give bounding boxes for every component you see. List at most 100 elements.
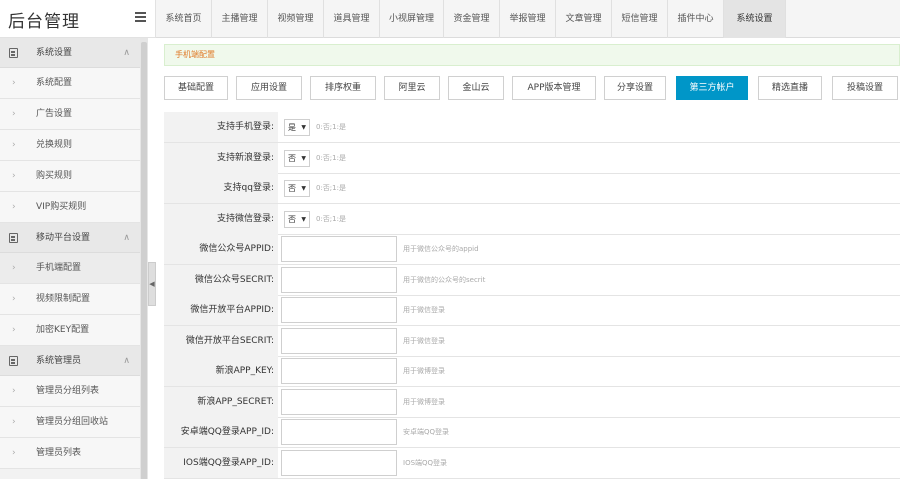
field-hint: 用于微博登录 xyxy=(403,397,445,406)
sidebar-group[interactable]: 系统管理员 ∧ xyxy=(0,346,140,376)
field-label: 支持新浪登录: xyxy=(164,142,278,173)
brand-title: 后台管理 xyxy=(8,12,80,32)
form-row: 支持微信登录: 否 ▼ 0:否;1:是 xyxy=(164,203,900,235)
sidebar-item[interactable]: › 兑换规则 xyxy=(0,130,140,161)
field-hint: 用于微信登录 xyxy=(403,336,445,345)
text-input[interactable] xyxy=(281,236,397,262)
field-hint: 0:否;1:是 xyxy=(316,123,346,131)
settings-tab[interactable]: 应用设置 xyxy=(236,76,302,100)
chevron-right-icon: › xyxy=(12,448,16,458)
field-label: IOS端QQ登录APP_ID: xyxy=(164,447,278,478)
form-row: 支持qq登录: 否 ▼ 0:否;1:是 xyxy=(164,173,900,204)
sidebar-item[interactable]: › 管理员分组列表 xyxy=(0,376,140,407)
sidebar: 系统设置 ∧ › 系统配置 › 广告设置 › 兑换规则 › 购买规则 › VIP购买规则 移动平台设置 ∧… xyxy=(0,38,140,479)
topnav-tab[interactable]: 主播管理 xyxy=(212,0,268,38)
caret-down-icon: ▼ xyxy=(301,185,306,192)
settings-tab[interactable]: 精选直播 xyxy=(758,76,822,100)
select-field[interactable]: 否 ▼ xyxy=(284,210,310,228)
select-field[interactable]: 否 ▼ xyxy=(284,149,310,167)
text-input[interactable] xyxy=(281,449,397,476)
select-field[interactable]: 否 ▼ xyxy=(284,180,310,197)
topnav-tab[interactable]: 举报管理 xyxy=(500,0,556,38)
menu-toggle-icon[interactable] xyxy=(135,12,146,22)
text-input[interactable] xyxy=(281,266,397,293)
settings-tab[interactable]: APP版本管理 xyxy=(512,76,596,100)
chevron-right-icon: › xyxy=(12,294,16,304)
text-input[interactable] xyxy=(281,419,397,445)
field-hint: 用于微博登录 xyxy=(403,367,445,375)
sidebar-item[interactable]: › VIP购买规则 xyxy=(0,192,140,223)
topnav-tab[interactable]: 视频管理 xyxy=(268,0,324,38)
sidebar-item[interactable]: › 管理员分组回收站 xyxy=(0,407,140,438)
topnav-tab[interactable]: 道具管理 xyxy=(324,0,380,38)
field-hint: IOS端QQ登录 xyxy=(403,458,448,467)
sidebar-item[interactable]: › 视频限制配置 xyxy=(0,284,140,315)
caret-down-icon: ▼ xyxy=(301,154,306,162)
scrollbar-thumb[interactable] xyxy=(141,42,147,479)
sidebar-item[interactable]: › 加密KEY配置 xyxy=(0,315,140,346)
chevron-right-icon: › xyxy=(12,202,16,212)
text-input[interactable] xyxy=(281,327,397,354)
admin-app: 后台管理 系统首页 主播管理 视频管理 道具管理 小视屏管理 资金管理 举报管理 文章管理 短信… xyxy=(0,0,900,479)
sidebar-item[interactable]: › 广告设置 xyxy=(0,99,140,130)
sidebar-group[interactable]: 系统设置 ∧ xyxy=(0,38,140,68)
select-field[interactable]: 是 ▼ xyxy=(284,119,310,136)
text-input[interactable] xyxy=(281,388,397,415)
topnav-tab[interactable]: 资金管理 xyxy=(444,0,500,38)
sidebar-item[interactable]: › 手机端配置 xyxy=(0,253,140,284)
field-label: 微信公众号SECRIT: xyxy=(164,264,278,295)
sidebar-item-label: VIP购买规则 xyxy=(36,202,87,212)
sidebar-collapse-button[interactable]: ◀ xyxy=(148,262,156,306)
settings-tab[interactable]: 投稿设置 xyxy=(832,76,898,100)
settings-tab[interactable]: 基础配置 xyxy=(164,76,228,100)
chevron-right-icon: › xyxy=(12,171,16,181)
sidebar-group-label: 系统设置 xyxy=(36,48,73,58)
sidebar-item-label: 视频限制配置 xyxy=(36,294,91,304)
text-input[interactable] xyxy=(281,297,397,323)
topnav-tab[interactable]: 插件中心 xyxy=(668,0,724,38)
topnav-tab[interactable]: 系统设置 xyxy=(724,0,786,38)
chevron-right-icon: › xyxy=(12,386,16,396)
top-nav: 系统首页 主播管理 视频管理 道具管理 小视屏管理 资金管理 举报管理 文章管理 短信管理 插件中… xyxy=(156,0,900,38)
topnav-tab[interactable]: 短信管理 xyxy=(612,0,668,38)
chevron-up-icon: ∧ xyxy=(123,356,130,366)
settings-tab[interactable]: 排序权重 xyxy=(310,76,376,100)
chevron-right-icon: › xyxy=(12,140,16,150)
chevron-right-icon: › xyxy=(12,417,16,427)
sidebar-item-label: 系统配置 xyxy=(36,78,73,88)
sidebar-item[interactable]: › 购买规则 xyxy=(0,161,140,192)
field-hint: 用于微信的公众号的secrit xyxy=(403,275,486,284)
sidebar-item-label: 管理员分组回收站 xyxy=(36,417,109,427)
select-value: 否 xyxy=(288,214,296,224)
sidebar-group-label: 系统管理员 xyxy=(36,356,82,366)
topnav-tab[interactable]: 系统首页 xyxy=(156,0,212,38)
sidebar-group[interactable]: 移动平台设置 ∧ xyxy=(0,223,140,253)
form-row: 新浪APP_KEY: 用于微博登录 xyxy=(164,356,900,387)
topnav-tab[interactable]: 小视屏管理 xyxy=(380,0,444,38)
topnav-tab[interactable]: 文章管理 xyxy=(556,0,612,38)
settings-tab[interactable]: 分享设置 xyxy=(604,76,666,100)
sidebar-item-label: 管理员分组列表 xyxy=(36,386,100,396)
chevron-up-icon: ∧ xyxy=(123,233,130,243)
settings-tab[interactable]: 金山云 xyxy=(448,76,504,100)
field-hint: 0:否;1:是 xyxy=(316,214,346,223)
form-row: 支持手机登录: 是 ▼ 0:否;1:是 xyxy=(164,112,900,143)
settings-tab[interactable]: 阿里云 xyxy=(384,76,440,100)
sidebar-item[interactable]: › 管理员列表 xyxy=(0,438,140,469)
settings-form: 支持手机登录: 是 ▼ 0:否;1:是 支持新浪登录: 否 ▼ 0:否;1:是 支持qq登录: 否… xyxy=(164,112,900,479)
sidebar-item[interactable]: › 系统配置 xyxy=(0,68,140,99)
text-input[interactable] xyxy=(281,358,397,384)
settings-tab[interactable]: 第三方帐户 xyxy=(676,76,748,100)
breadcrumb: 手机端配置 xyxy=(164,44,900,66)
sidebar-scrollbar[interactable] xyxy=(140,38,148,479)
select-value: 否 xyxy=(288,153,296,163)
sidebar-item-label: 兑换规则 xyxy=(36,140,73,150)
field-label: 安卓端QQ登录APP_ID: xyxy=(164,417,278,447)
field-hint: 用于微信登录 xyxy=(403,306,445,314)
main-content: 手机端配置 基础配置 应用设置 排序权重 阿里云 金山云 APP版本管理 分享设置 第三方帐户… xyxy=(156,38,900,479)
form-row: IOS端QQ登录APP_ID: IOS端QQ登录 xyxy=(164,447,900,479)
menu-group-icon xyxy=(9,48,18,58)
sidebar-item-label: 购买规则 xyxy=(36,171,73,181)
field-label: 微信公众号APPID: xyxy=(164,234,278,264)
field-hint: 0:否;1:是 xyxy=(316,184,346,192)
